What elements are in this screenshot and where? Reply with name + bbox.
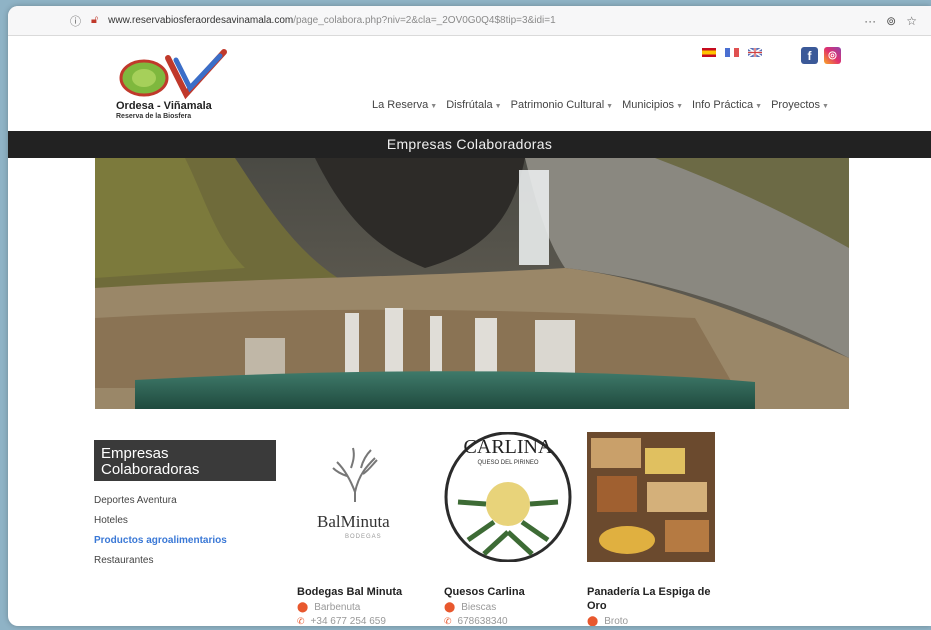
spanish-flag-icon[interactable] [702,48,716,57]
more-icon[interactable]: ··· [864,14,876,28]
logo-subtitle: Reserva de la Biosfera [116,113,192,120]
location-pin-icon: ⬤ [587,616,599,626]
chevron-down-icon: ▼ [494,103,502,110]
chevron-down-icon: ▼ [430,103,438,110]
instagram-icon[interactable]: ◎ [824,47,841,64]
bakery-products-image [587,432,715,562]
chevron-down-icon: ▼ [822,103,829,110]
hero-waterfall-image [95,158,849,409]
carlina-logo-subtext: QUESO DEL PIRINEO [477,460,539,466]
sidebar-item-productos-agroalimentarios[interactable]: Productos agroalimentarios [94,535,276,546]
business-name[interactable]: Quesos Carlina [444,585,572,599]
business-phone[interactable]: 678638340 [458,616,508,626]
business-phone[interactable]: +34 677 254 659 [311,616,386,626]
business-card[interactable]: Panadería La Espiga de Oro ⬤ Broto [587,432,715,626]
carlina-logo-text: CARLINA [463,436,553,458]
pocket-icon[interactable]: ⊚ [886,14,896,28]
nav-item-disfrutala[interactable]: Disfrútala ▼ [446,99,501,111]
panaderia-photo[interactable] [587,432,715,562]
browser-window: ⓘ 🔓︎ www.reservabiosferaordesavinamala.c… [8,6,931,626]
nav-item-patrimonio-cultural[interactable]: Patrimonio Cultural ▼ [511,99,613,111]
nav-item-la-reserva[interactable]: La Reserva ▼ [372,99,437,111]
chevron-down-icon: ▼ [606,103,614,110]
bookmark-star-icon[interactable]: ☆ [906,14,917,28]
business-location: Broto [604,616,629,626]
url-host[interactable]: www.reservabiosferaordesavinamala.com [108,15,293,26]
page-title: Empresas Colaboradoras [8,131,931,158]
bal-minuta-logo-subtext: BODEGAS [345,534,382,540]
carlina-logo[interactable]: CARLINA QUESO DEL PIRINEO [444,432,572,562]
info-icon[interactable]: ⓘ [70,13,81,29]
business-location: Barbenuta [314,602,361,613]
bal-minuta-logo-text: BalMinuta [317,512,390,531]
business-name[interactable]: Bodegas Bal Minuta [297,585,425,599]
business-name[interactable]: Panadería La Espiga de Oro [587,585,715,613]
address-bar[interactable]: ⓘ 🔓︎ www.reservabiosferaordesavinamala.c… [8,6,931,36]
social-links: f ◎ [801,47,841,64]
business-card[interactable]: CARLINA QUESO DEL PIRINEO Quesos Carlina… [444,432,572,626]
facebook-icon[interactable]: f [801,47,818,64]
phone-icon: ✆ [444,616,452,626]
insecure-lock-icon[interactable]: 🔓︎ [91,14,98,27]
chevron-down-icon: ▼ [676,103,683,110]
nav-item-info-practica[interactable]: Info Práctica ▼ [692,99,762,111]
english-flag-icon[interactable] [748,48,762,57]
logo-mark-icon [119,49,227,100]
location-pin-icon: ⬤ [444,602,456,613]
nav-item-proyectos[interactable]: Proyectos ▼ [771,99,829,111]
sidebar-item-hoteles[interactable]: Hoteles [94,515,276,526]
site-logo[interactable]: Ordesa - Viñamala Reserva de la Biosfera [116,46,236,128]
nav-item-municipios[interactable]: Municipios ▼ [622,99,683,111]
sidebar-item-restaurantes[interactable]: Restaurantes [94,555,276,566]
business-card[interactable]: BalMinuta BODEGAS Bodegas Bal Minuta ⬤ Ba… [297,432,425,626]
logo-title: Ordesa - Viñamala [116,100,212,112]
antler-icon [332,447,378,502]
bal-minuta-logo[interactable]: BalMinuta BODEGAS [297,432,425,562]
sidebar-title: Empresas Colaboradoras [94,440,276,481]
location-pin-icon: ⬤ [297,602,309,613]
business-location: Biescas [461,602,497,613]
url-path[interactable]: /page_colabora.php?niv=2&cla=_2OV0G0Q4$8… [293,15,555,26]
site-header: Ordesa - Viñamala Reserva de la Biosfera… [8,36,931,131]
main-nav: La Reserva ▼ Disfrútala ▼ Patrimonio Cultu… [372,99,829,111]
category-sidebar: Empresas Colaboradoras Deportes Aventura… [94,440,276,575]
phone-icon: ✆ [297,616,305,626]
chevron-down-icon: ▼ [755,103,763,110]
language-selector [702,48,762,57]
sidebar-item-deportes-aventura[interactable]: Deportes Aventura [94,495,276,506]
french-flag-icon[interactable] [725,48,739,57]
